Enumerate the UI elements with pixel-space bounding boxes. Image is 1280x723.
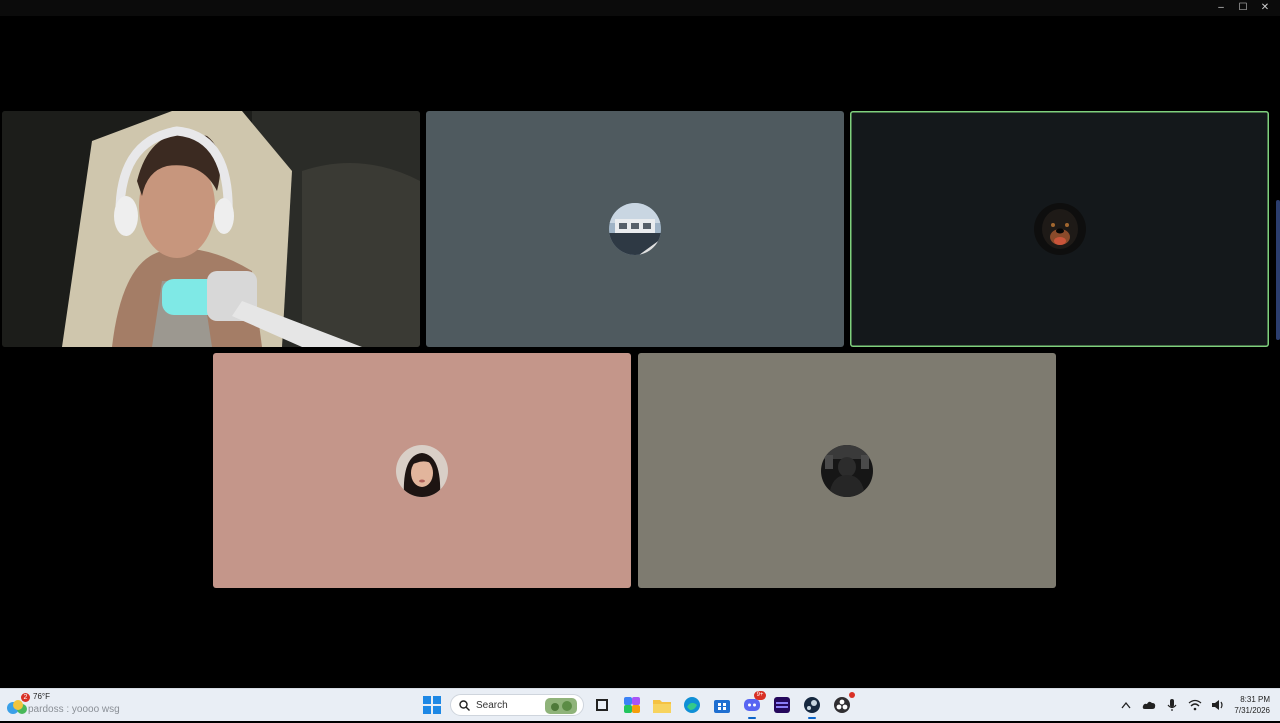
edge-scrollbar[interactable] <box>1276 200 1280 340</box>
participant-tile[interactable] <box>213 353 631 588</box>
volume-button[interactable] <box>1211 698 1225 712</box>
camera-video-tile[interactable] <box>2 111 420 347</box>
minimize-button[interactable]: – <box>1214 2 1228 14</box>
system-tray: 8:31 PM 7/31/2026 <box>1119 691 1270 719</box>
participant-avatar <box>821 444 873 497</box>
search-icon <box>459 699 470 711</box>
discord-button[interactable]: 9+ <box>740 691 766 719</box>
steam-icon <box>804 697 820 713</box>
steam-button[interactable] <box>800 693 824 719</box>
chat-notification-text: pardoss : yoooo wsg <box>28 704 120 715</box>
camera-feed <box>2 111 420 347</box>
wifi-icon <box>1188 699 1202 711</box>
clock[interactable]: 8:31 PM 7/31/2026 <box>1234 694 1270 716</box>
participant-avatar <box>609 203 661 255</box>
amazon-music-button[interactable] <box>770 693 794 717</box>
task-view-button[interactable] <box>590 693 614 717</box>
volume-icon <box>1212 700 1224 710</box>
taskbar-apps: Search 9+ <box>420 691 855 719</box>
microphone-button[interactable] <box>1165 698 1179 712</box>
taskbar-search[interactable]: Search <box>450 694 584 716</box>
copilot-icon <box>624 697 640 713</box>
discord-badge: 9+ <box>754 691 766 700</box>
clock-date: 7/31/2026 <box>1234 706 1270 715</box>
copilot-button[interactable] <box>620 693 644 717</box>
file-explorer-button[interactable] <box>650 693 674 717</box>
obs-recording-dot <box>849 692 855 698</box>
edge-button[interactable] <box>680 693 704 717</box>
edge-icon <box>684 697 700 713</box>
wifi-button[interactable] <box>1188 698 1202 712</box>
cloud-icon <box>1143 701 1156 709</box>
window-controls: – ☐ ✕ <box>1214 2 1272 14</box>
obs-icon <box>834 697 850 713</box>
store-button[interactable] <box>710 693 734 717</box>
weather-badge: 2 <box>21 693 30 702</box>
store-icon <box>714 700 730 713</box>
weather-temp: 76°F <box>33 692 50 701</box>
search-placeholder: Search <box>476 699 508 711</box>
windows-icon <box>423 696 441 714</box>
microphone-icon <box>1167 699 1177 711</box>
participant-avatar <box>1033 203 1086 255</box>
participant-tile[interactable] <box>638 353 1056 588</box>
streamer-camera-image <box>2 111 420 347</box>
participant-tile[interactable] <box>426 111 844 347</box>
folder-icon <box>653 700 671 713</box>
onedrive-button[interactable] <box>1142 698 1156 712</box>
obs-button[interactable] <box>830 692 855 717</box>
show-hidden-icons-button[interactable] <box>1119 698 1133 712</box>
participant-avatar <box>396 444 448 497</box>
taskbar: 2 76°F pardoss : yoooo wsg Search 9+ 8:3… <box>0 688 1280 721</box>
clock-time: 8:31 PM <box>1240 695 1270 704</box>
active-indicator <box>748 717 756 719</box>
chevron-up-icon <box>1121 701 1131 709</box>
participant-tile-speaking[interactable] <box>850 111 1269 347</box>
task-view-icon <box>596 699 608 711</box>
amazon-music-icon <box>774 697 790 713</box>
search-highlight-icon <box>545 698 577 714</box>
start-button[interactable] <box>420 693 444 717</box>
maximize-button[interactable]: ☐ <box>1236 2 1250 14</box>
close-button[interactable]: ✕ <box>1258 2 1272 14</box>
active-indicator <box>808 717 816 719</box>
weather-widget[interactable]: 2 <box>4 692 30 718</box>
window-titlebar: – ☐ ✕ <box>0 0 1280 16</box>
